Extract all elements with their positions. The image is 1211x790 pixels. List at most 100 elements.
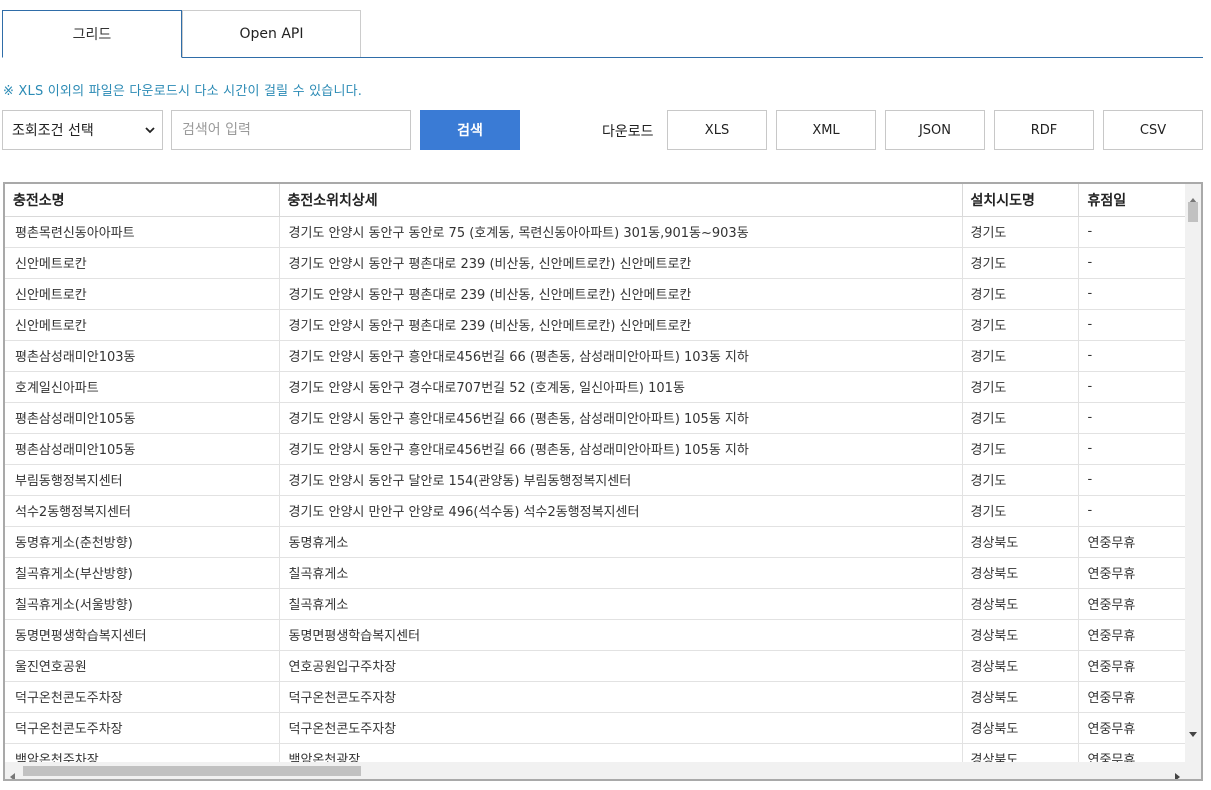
column-header-closed-day[interactable]: 휴점일 (1078, 184, 1185, 217)
cell-station-name: 신안메트로칸 (5, 247, 280, 279)
table-row[interactable]: 평촌삼성래미안105동 경기도 안양시 동안구 흥안대로456번길 66 (평촌동… (5, 433, 1185, 465)
horizontal-scroll-thumb[interactable] (23, 766, 361, 776)
cell-location-detail: 칠곡휴게소 (279, 557, 963, 589)
column-header-province[interactable]: 설치시도명 (962, 184, 1079, 217)
cell-location-detail: 백암온천광장 (279, 743, 963, 762)
cell-station-name: 동명면평생학습복지센터 (5, 619, 280, 651)
table-row[interactable]: 신안메트로칸 경기도 안양시 동안구 평촌대로 239 (비산동, 신안메트로칸)… (5, 247, 1185, 279)
table-row[interactable]: 동명면평생학습복지센터 동명면평생학습복지센터 경상북도 연중무휴 (5, 619, 1185, 651)
table-row[interactable]: 덕구온천콘도주차장 덕구온천콘도주자창 경상북도 연중무휴 (5, 712, 1185, 744)
cell-closed-day: 연중무휴 (1078, 650, 1185, 682)
cell-province: 경기도 (962, 309, 1079, 341)
cell-station-name: 칠곡휴게소(서울방향) (5, 588, 280, 620)
cell-closed-day: 연중무휴 (1078, 619, 1185, 651)
cell-location-detail: 덕구온천콘도주자창 (279, 681, 963, 713)
cell-province: 경상북도 (962, 526, 1079, 558)
cell-location-detail: 경기도 안양시 동안구 동안로 75 (호계동, 목련신동아아파트) 301동,… (279, 216, 963, 248)
cell-location-detail: 경기도 안양시 동안구 평촌대로 239 (비산동, 신안메트로칸) 신안메트로… (279, 247, 963, 279)
tab-grid[interactable]: 그리드 (2, 10, 182, 58)
data-grid: 충전소명 충전소위치상세 설치시도명 휴점일 평촌목련신동아아파트 경기도 안양시… (3, 182, 1203, 781)
cell-province: 경상북도 (962, 712, 1079, 744)
cell-location-detail: 경기도 안양시 만안구 안양로 496(석수동) 석수2동행정복지센터 (279, 495, 963, 527)
cell-station-name: 평촌삼성래미안103동 (5, 340, 280, 372)
condition-select-value: 조회조건 선택 (12, 123, 94, 139)
scroll-down-arrow-icon[interactable] (1189, 723, 1197, 742)
table-row[interactable]: 칠곡휴게소(서울방향) 칠곡휴게소 경상북도 연중무휴 (5, 588, 1185, 620)
table-row[interactable]: 평촌목련신동아아파트 경기도 안양시 동안구 동안로 75 (호계동, 목련신동아… (5, 216, 1185, 248)
table-row[interactable]: 덕구온천콘도주차장 덕구온천콘도주자창 경상북도 연중무휴 (5, 681, 1185, 713)
cell-province: 경기도 (962, 495, 1079, 527)
cell-location-detail: 경기도 안양시 동안구 흥안대로456번길 66 (평촌동, 삼성래미안아파트)… (279, 402, 963, 434)
cell-station-name: 신안메트로칸 (5, 278, 280, 310)
cell-province: 경상북도 (962, 588, 1079, 620)
condition-select[interactable]: 조회조건 선택 (2, 110, 163, 150)
table-row[interactable]: 신안메트로칸 경기도 안양시 동안구 평촌대로 239 (비산동, 신안메트로칸)… (5, 278, 1185, 310)
data-grid-viewport: 충전소명 충전소위치상세 설치시도명 휴점일 평촌목련신동아아파트 경기도 안양시… (5, 184, 1185, 762)
scroll-right-arrow-icon[interactable] (1175, 766, 1181, 779)
vertical-scrollbar[interactable] (1185, 184, 1201, 762)
cell-location-detail: 경기도 안양시 동안구 경수대로707번길 52 (호계동, 일신아파트) 10… (279, 371, 963, 403)
cell-location-detail: 경기도 안양시 동안구 흥안대로456번길 66 (평촌동, 삼성래미안아파트)… (279, 340, 963, 372)
cell-closed-day: 연중무휴 (1078, 712, 1185, 744)
cell-closed-day: - (1078, 464, 1185, 496)
cell-closed-day: - (1078, 371, 1185, 403)
cell-closed-day: - (1078, 247, 1185, 279)
cell-location-detail: 동명면평생학습복지센터 (279, 619, 963, 651)
table-row[interactable]: 백암온천주차장 백암온천광장 경상북도 연중무휴 (5, 743, 1185, 762)
search-input[interactable] (171, 110, 411, 150)
cell-province: 경기도 (962, 433, 1079, 465)
cell-location-detail: 경기도 안양시 동안구 흥안대로456번길 66 (평촌동, 삼성래미안아파트)… (279, 433, 963, 465)
download-json-button[interactable]: JSON (885, 110, 985, 150)
cell-location-detail: 연호공원입구주차장 (279, 650, 963, 682)
cell-province: 경기도 (962, 340, 1079, 372)
cell-closed-day: - (1078, 309, 1185, 341)
cell-location-detail: 경기도 안양시 동안구 평촌대로 239 (비산동, 신안메트로칸) 신안메트로… (279, 278, 963, 310)
download-xml-button[interactable]: XML (776, 110, 876, 150)
cell-closed-day: 연중무휴 (1078, 743, 1185, 762)
cell-province: 경상북도 (962, 681, 1079, 713)
cell-closed-day: - (1078, 495, 1185, 527)
search-button[interactable]: 검색 (420, 110, 520, 150)
table-row[interactable]: 부림동행정복지센터 경기도 안양시 동안구 달안로 154(관양동) 부림동행정복… (5, 464, 1185, 496)
scroll-left-arrow-icon[interactable] (9, 766, 15, 779)
table-row[interactable]: 칠곡휴게소(부산방향) 칠곡휴게소 경상북도 연중무휴 (5, 557, 1185, 589)
cell-province: 경기도 (962, 402, 1079, 434)
download-csv-button[interactable]: CSV (1103, 110, 1203, 150)
cell-station-name: 평촌목련신동아아파트 (5, 216, 280, 248)
tab-grid-label: 그리드 (72, 27, 112, 43)
cell-closed-day: 연중무휴 (1078, 526, 1185, 558)
cell-location-detail: 경기도 안양시 동안구 평촌대로 239 (비산동, 신안메트로칸) 신안메트로… (279, 309, 963, 341)
column-header-station-name[interactable]: 충전소명 (5, 184, 280, 217)
cell-closed-day: - (1078, 433, 1185, 465)
cell-station-name: 덕구온천콘도주차장 (5, 712, 280, 744)
cell-location-detail: 경기도 안양시 동안구 달안로 154(관양동) 부림동행정복지센터 (279, 464, 963, 496)
table-row[interactable]: 석수2동행정복지센터 경기도 안양시 만안구 안양로 496(석수동) 석수2동행… (5, 495, 1185, 527)
cell-location-detail: 동명휴게소 (279, 526, 963, 558)
download-xls-button[interactable]: XLS (667, 110, 767, 150)
table-row[interactable]: 울진연호공원 연호공원입구주차장 경상북도 연중무휴 (5, 650, 1185, 682)
cell-closed-day: 연중무휴 (1078, 557, 1185, 589)
cell-province: 경상북도 (962, 557, 1079, 589)
table-row[interactable]: 평촌삼성래미안105동 경기도 안양시 동안구 흥안대로456번길 66 (평촌동… (5, 402, 1185, 434)
chevron-down-icon (144, 124, 156, 140)
download-label: 다운로드 (602, 124, 654, 140)
tab-open-api-label: Open API (239, 26, 304, 42)
table-row[interactable]: 호계일신아파트 경기도 안양시 동안구 경수대로707번길 52 (호계동, 일신… (5, 371, 1185, 403)
vertical-scroll-thumb[interactable] (1188, 202, 1198, 222)
cell-province: 경기도 (962, 247, 1079, 279)
download-notice: ※ XLS 이외의 파일은 다운로드시 다소 시간이 걸릴 수 있습니다. (3, 84, 363, 99)
column-header-location-detail[interactable]: 충전소위치상세 (279, 184, 963, 217)
horizontal-scrollbar[interactable] (5, 762, 1201, 779)
table-row[interactable]: 동명휴게소(춘천방향) 동명휴게소 경상북도 연중무휴 (5, 526, 1185, 558)
tab-open-api[interactable]: Open API (182, 10, 361, 57)
cell-closed-day: - (1078, 278, 1185, 310)
table-row[interactable]: 신안메트로칸 경기도 안양시 동안구 평촌대로 239 (비산동, 신안메트로칸)… (5, 309, 1185, 341)
download-rdf-button[interactable]: RDF (994, 110, 1094, 150)
cell-station-name: 칠곡휴게소(부산방향) (5, 557, 280, 589)
cell-closed-day: 연중무휴 (1078, 588, 1185, 620)
cell-station-name: 신안메트로칸 (5, 309, 280, 341)
table-row[interactable]: 평촌삼성래미안103동 경기도 안양시 동안구 흥안대로456번길 66 (평촌동… (5, 340, 1185, 372)
cell-province: 경상북도 (962, 743, 1079, 762)
data-table: 충전소명 충전소위치상세 설치시도명 휴점일 평촌목련신동아아파트 경기도 안양시… (5, 184, 1185, 762)
cell-province: 경상북도 (962, 650, 1079, 682)
